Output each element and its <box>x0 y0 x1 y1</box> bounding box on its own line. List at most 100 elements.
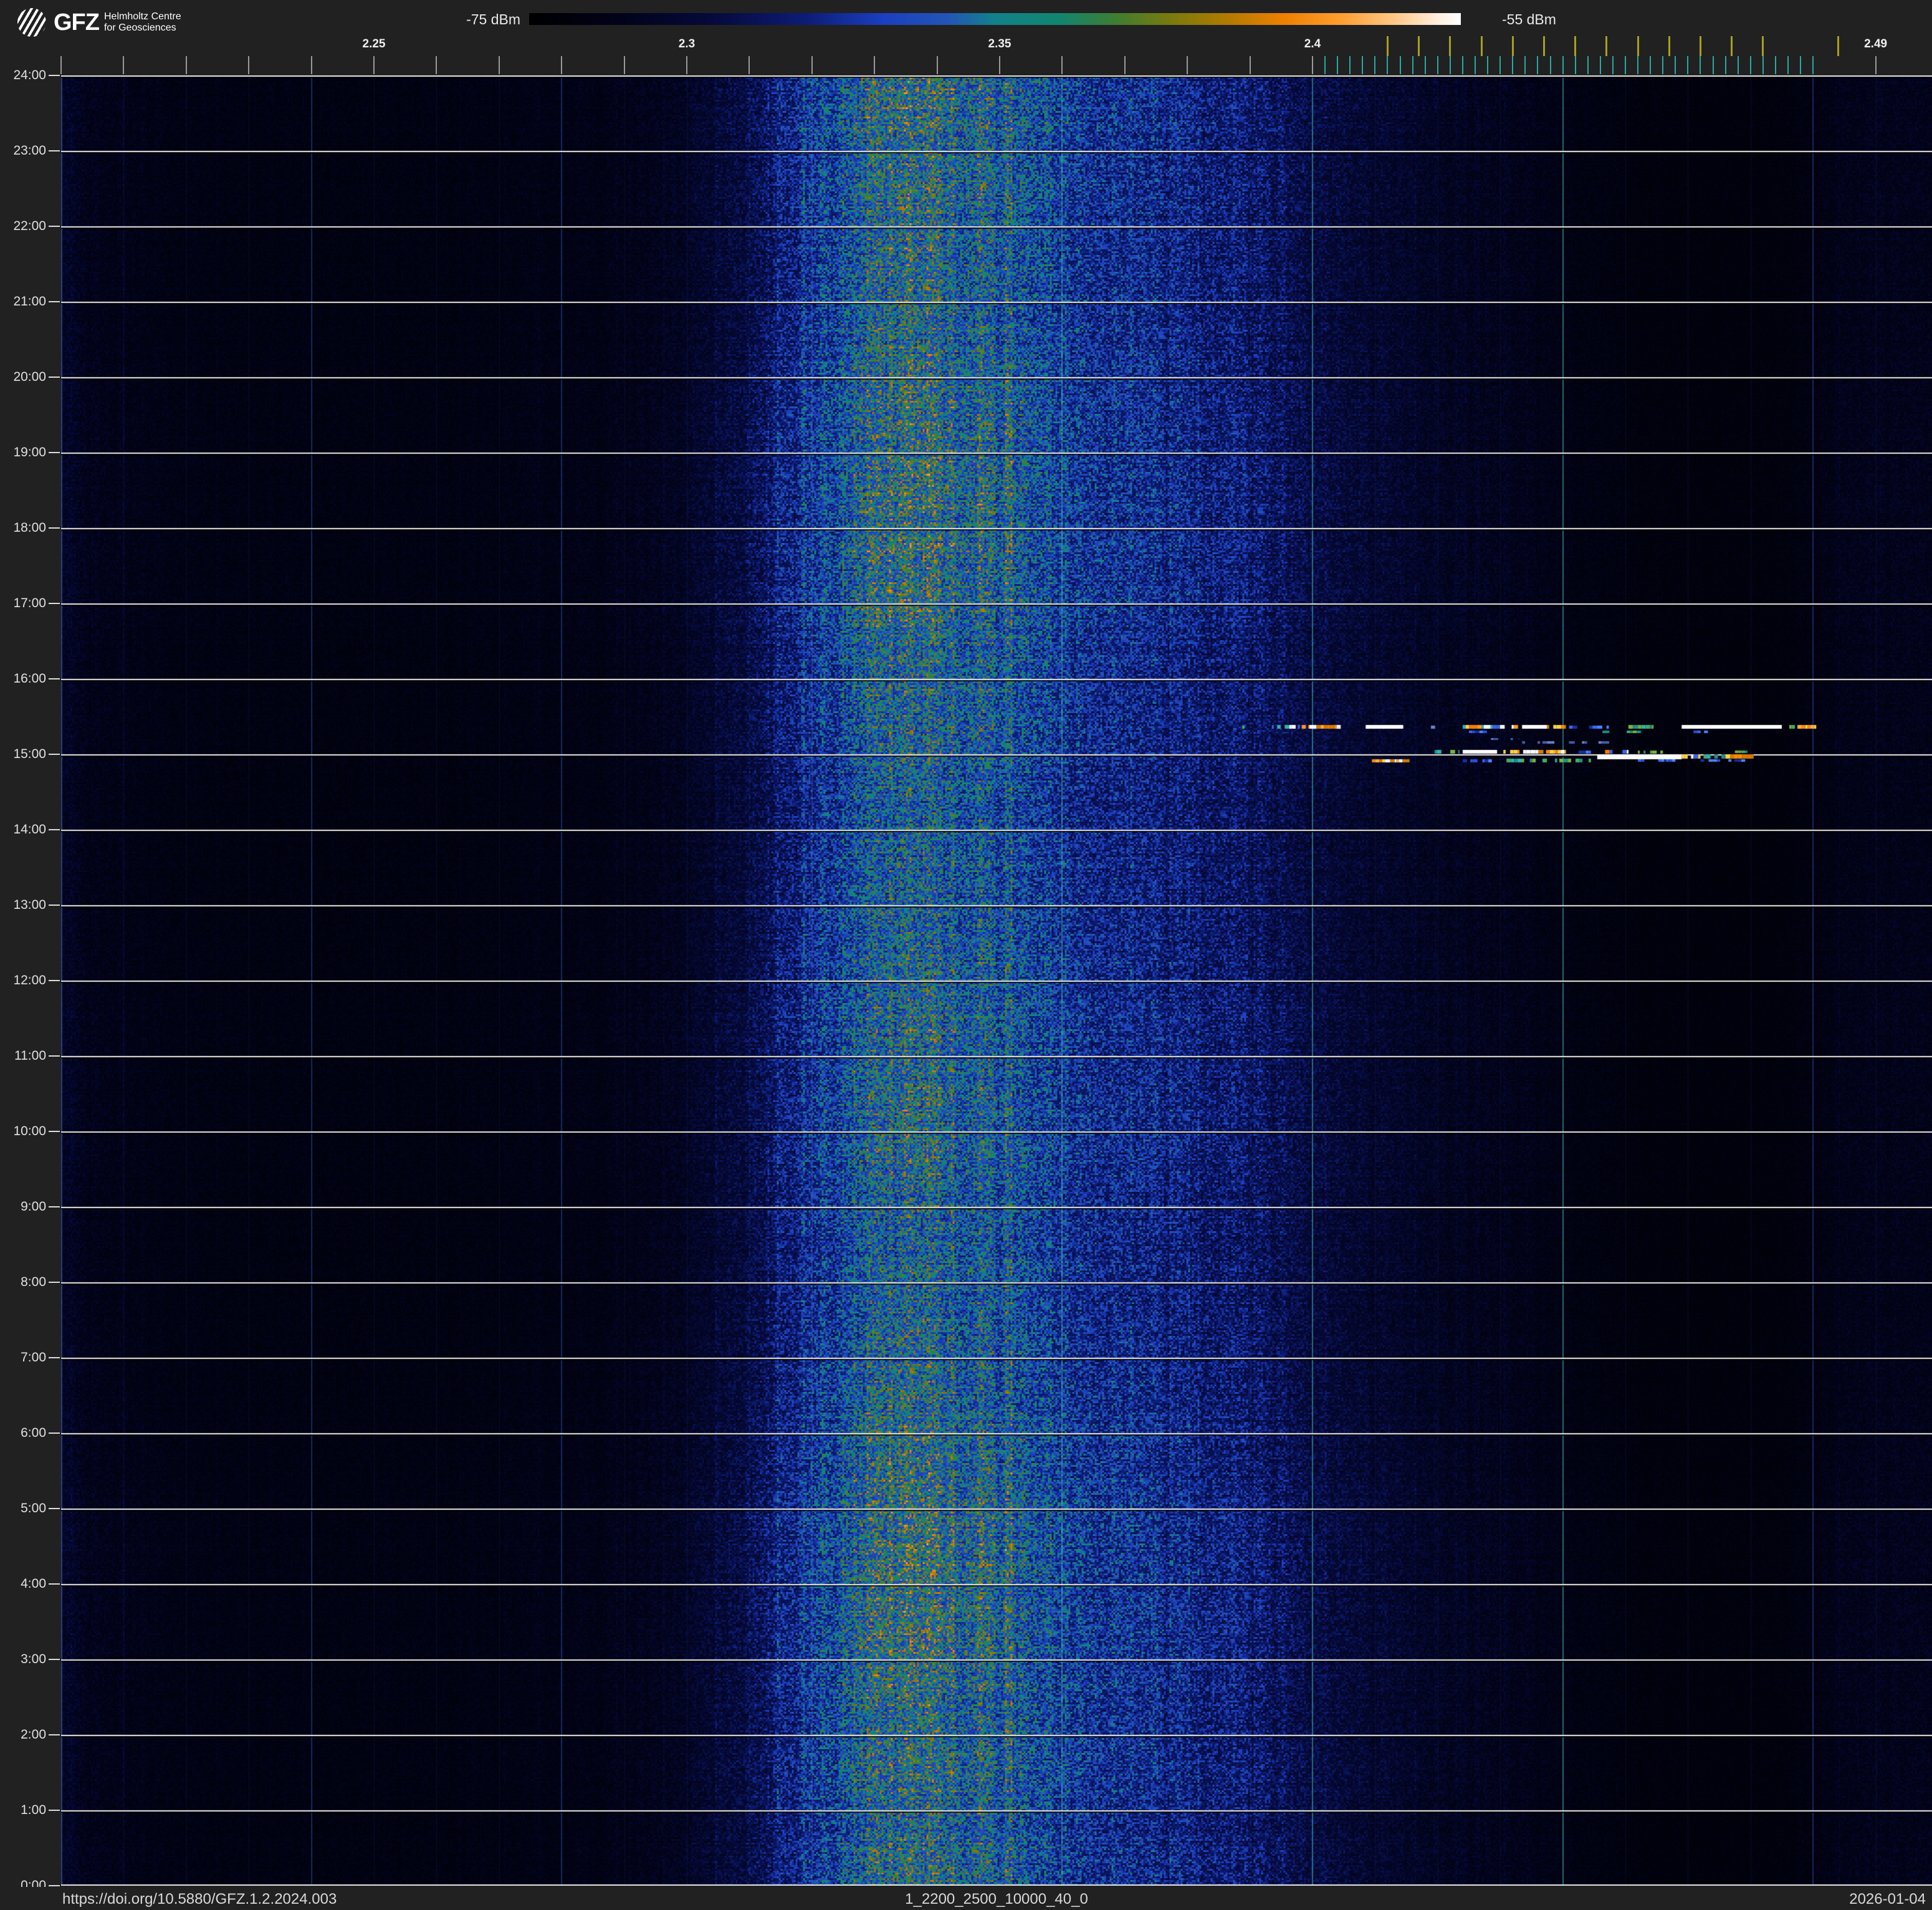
time-tick-label: 6:00 <box>21 1426 46 1440</box>
spectrogram-overlay-canvas <box>61 75 1932 1886</box>
freq-minor-tick <box>498 56 500 74</box>
time-tick <box>49 1508 60 1509</box>
time-tick-label: 9:00 <box>21 1199 46 1214</box>
time-tick <box>49 1659 60 1660</box>
time-tick-label: 16:00 <box>13 671 46 686</box>
wifi-channel-tick <box>1574 36 1577 56</box>
filename-label: 1_2200_2500_10000_40_0 <box>905 1891 1088 1908</box>
time-tick-label: 4:00 <box>21 1576 46 1591</box>
frequency-axis: 2.25 2.3 2.35 2.4 2.49 <box>0 0 1932 75</box>
time-tick-label: 22:00 <box>13 219 46 233</box>
doi-link[interactable]: https://doi.org/10.5880/GFZ.1.2.2024.003 <box>62 1891 337 1908</box>
ble-channel-tick <box>1687 56 1689 74</box>
time-tick-label: 14:00 <box>13 822 46 837</box>
ble-channel-tick <box>1625 56 1626 74</box>
wifi-channel-tick <box>1605 36 1608 56</box>
spectrogram-page: GFZ Helmholtz Centre for Geosciences -75… <box>0 0 1932 1910</box>
time-tick-label: 7:00 <box>21 1350 46 1365</box>
time-tick <box>49 1357 60 1358</box>
ble-channel-tick <box>1749 56 1751 74</box>
freq-minor-tick <box>436 56 438 74</box>
freq-tick-label: 2.25 <box>362 37 386 50</box>
freq-tick-label: 2.35 <box>988 37 1011 50</box>
ble-channel-tick <box>1337 56 1339 74</box>
ble-channel-tick <box>1449 56 1451 74</box>
time-tick-label: 10:00 <box>13 1124 46 1138</box>
ble-channel-tick <box>1724 56 1726 74</box>
ble-channel-tick <box>1587 56 1589 74</box>
time-tick <box>49 829 60 830</box>
time-tick-label: 18:00 <box>13 521 46 535</box>
time-tick-label: 1:00 <box>21 1803 46 1817</box>
ble-channel-tick <box>1812 56 1814 74</box>
date-label: 2026-01-04 <box>1849 1891 1926 1908</box>
freq-tick-label: 2.49 <box>1864 37 1888 50</box>
time-tick <box>49 226 60 227</box>
ble-channel-tick <box>1599 56 1601 74</box>
time-tick <box>49 75 60 76</box>
time-tick <box>49 1206 60 1207</box>
ble-channel-tick <box>1800 56 1802 74</box>
ble-channel-tick <box>1675 56 1676 74</box>
ble-channel-tick <box>1512 56 1514 74</box>
time-tick <box>49 678 60 679</box>
time-tick-label: 19:00 <box>13 445 46 459</box>
ble-channel-tick <box>1700 56 1701 74</box>
time-tick-label: 12:00 <box>13 973 46 987</box>
freq-minor-tick <box>1312 56 1313 74</box>
wifi-channel-tick <box>1837 36 1839 56</box>
time-tick <box>49 301 60 302</box>
freq-minor-tick <box>874 56 876 74</box>
wifi-channel-tick <box>1386 36 1389 56</box>
time-tick <box>49 1131 60 1132</box>
ble-channel-tick <box>1437 56 1438 74</box>
ble-channel-tick <box>1650 56 1652 74</box>
time-tick <box>49 527 60 529</box>
time-tick <box>49 1583 60 1585</box>
freq-minor-tick <box>936 56 938 74</box>
time-tick <box>49 754 60 755</box>
time-tick <box>49 980 60 981</box>
ble-channel-tick <box>1374 56 1376 74</box>
time-tick <box>49 1885 60 1886</box>
time-tick-label: 8:00 <box>21 1275 46 1289</box>
freq-tick-label: 2.3 <box>678 37 696 50</box>
freq-minor-tick <box>811 56 813 74</box>
ble-channel-tick <box>1412 56 1413 74</box>
wifi-channel-tick <box>1762 36 1764 56</box>
wifi-channel-tick <box>1731 36 1733 56</box>
time-tick <box>49 452 60 453</box>
ble-channel-tick <box>1562 56 1564 74</box>
wifi-channel-tick <box>1699 36 1701 56</box>
ble-channel-tick <box>1712 56 1714 74</box>
time-tick <box>49 377 60 378</box>
ble-channel-tick <box>1637 56 1639 74</box>
wifi-channel-tick <box>1418 36 1420 56</box>
freq-minor-tick <box>1061 56 1063 74</box>
time-tick-label: 2:00 <box>21 1727 46 1742</box>
freq-minor-tick <box>373 56 375 74</box>
time-tick-label: 11:00 <box>14 1049 46 1063</box>
time-tick-label: 13:00 <box>13 898 46 912</box>
ble-channel-tick <box>1362 56 1364 74</box>
wifi-channel-tick <box>1449 36 1451 56</box>
ble-channel-tick <box>1612 56 1614 74</box>
ble-channel-tick <box>1387 56 1389 74</box>
freq-minor-tick <box>748 56 750 74</box>
time-tick <box>49 1810 60 1811</box>
time-axis: 24:00 23:00 22:00 21:00 20:00 19:00 18:00 17:00… <box>0 0 61 1910</box>
time-tick-label: 5:00 <box>21 1501 46 1515</box>
freq-minor-tick <box>185 56 187 74</box>
ble-channel-tick <box>1524 56 1526 74</box>
time-tick-label: 3:00 <box>21 1652 46 1666</box>
time-tick <box>49 905 60 906</box>
time-tick <box>49 1432 60 1434</box>
time-tick-label: 17:00 <box>13 596 46 610</box>
time-tick-label: 21:00 <box>13 294 46 309</box>
ble-channel-tick <box>1349 56 1351 74</box>
ble-channel-tick <box>1574 56 1576 74</box>
freq-minor-tick <box>623 56 625 74</box>
time-tick <box>49 150 60 151</box>
wifi-channel-tick <box>1511 36 1514 56</box>
header: GFZ Helmholtz Centre for Geosciences -75… <box>0 0 1932 75</box>
